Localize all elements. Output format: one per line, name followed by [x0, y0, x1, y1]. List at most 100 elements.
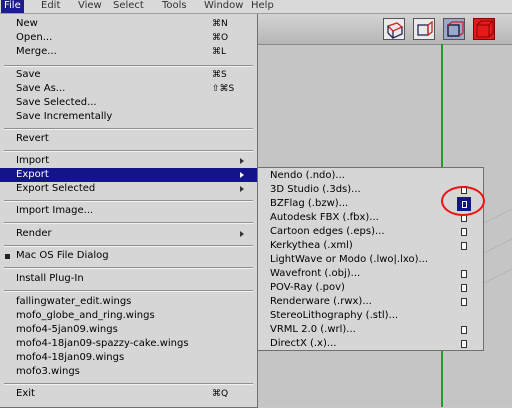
menu-window[interactable]: Window	[201, 0, 246, 13]
submenu-arrow-icon	[240, 158, 244, 164]
menu-item-revert[interactable]: Revert	[0, 132, 257, 146]
menu-item-save[interactable]: Save ⌘S	[0, 68, 257, 82]
menu-item-save-as[interactable]: Save As... ⇧⌘S	[0, 82, 257, 96]
menu-item-label: mofo4-18jan09.wings	[16, 352, 125, 363]
menu-item-label: Import Image...	[16, 205, 94, 216]
menu-item-import[interactable]: Import	[0, 154, 257, 168]
menu-separator	[4, 245, 253, 247]
options-box-icon[interactable]	[461, 270, 467, 278]
menu-separator	[4, 200, 253, 202]
menu-item-label: Nendo (.ndo)...	[270, 170, 345, 181]
menu-separator	[4, 128, 253, 130]
side-view-cube-icon[interactable]	[413, 18, 435, 40]
menu-item-merge[interactable]: Merge... ⌘L	[0, 45, 257, 59]
menu-item-render[interactable]: Render	[0, 227, 257, 241]
submenu-arrow-icon	[240, 231, 244, 237]
menu-item-import-image[interactable]: Import Image...	[0, 204, 257, 218]
export-item-renderware[interactable]: Renderware (.rwx)...	[258, 295, 483, 309]
menu-item-label: Save Incrementally	[16, 111, 113, 122]
menu-item-label: Save	[16, 69, 41, 80]
export-item-wavefront[interactable]: Wavefront (.obj)...	[258, 267, 483, 281]
menu-item-export[interactable]: Export	[0, 168, 257, 182]
menu-item-save-selected[interactable]: Save Selected...	[0, 96, 257, 110]
export-item-povray[interactable]: POV-Ray (.pov)	[258, 281, 483, 295]
menu-item-label: mofo_globe_and_ring.wings	[16, 310, 155, 321]
menu-item-exit[interactable]: Exit ⌘Q	[0, 387, 257, 401]
export-item-eps[interactable]: Cartoon edges (.eps)...	[258, 225, 483, 239]
recent-file-item[interactable]: mofo4-18jan09.wings	[0, 351, 257, 365]
menu-item-label: mofo4-18jan09-spazzy-cake.wings	[16, 338, 189, 349]
menu-item-label: Exit	[16, 388, 35, 399]
export-item-stl[interactable]: StereoLithography (.stl)...	[258, 309, 483, 323]
menu-item-save-incrementally[interactable]: Save Incrementally	[0, 110, 257, 124]
recent-file-item[interactable]: mofo4-5jan09.wings	[0, 323, 257, 337]
menu-item-label: DirectX (.x)...	[270, 338, 337, 349]
menu-item-label: New	[16, 18, 38, 29]
menu-item-label: Export	[16, 169, 49, 180]
menu-separator	[4, 383, 253, 385]
menu-item-shortcut: ⇧⌘S	[212, 84, 235, 94]
menu-item-open[interactable]: Open... ⌘O	[0, 31, 257, 45]
menu-item-shortcut: ⌘O	[212, 33, 229, 43]
recent-file-item[interactable]: mofo4-18jan09-spazzy-cake.wings	[0, 337, 257, 351]
export-item-directx[interactable]: DirectX (.x)...	[258, 337, 483, 351]
menu-select[interactable]: Select	[110, 0, 147, 13]
menu-item-mac-os-file-dialog[interactable]: Mac OS File Dialog	[0, 249, 257, 263]
red-annotation-circle	[441, 186, 485, 216]
menu-tools[interactable]: Tools	[159, 0, 190, 13]
file-menu: New ⌘N Open... ⌘O Merge... ⌘L Save ⌘S Save A…	[0, 14, 258, 408]
menu-item-label: LightWave or Modo (.lwo|.lxo)...	[270, 254, 429, 265]
menu-item-label: Mac OS File Dialog	[16, 250, 109, 261]
menu-separator	[4, 65, 253, 67]
menu-help[interactable]: Help	[248, 0, 277, 13]
menu-file[interactable]: File	[1, 0, 24, 13]
menu-item-label: Wavefront (.obj)...	[270, 268, 361, 279]
menu-item-label: Cartoon edges (.eps)...	[270, 226, 385, 237]
options-box-icon[interactable]	[461, 228, 467, 236]
recent-file-item[interactable]: fallingwater_edit.wings	[0, 295, 257, 309]
front-view-cube-icon[interactable]	[443, 18, 465, 40]
menu-item-shortcut: ⌘L	[212, 47, 227, 57]
menu-item-label: Save As...	[16, 83, 66, 94]
export-item-nendo[interactable]: Nendo (.ndo)...	[258, 169, 483, 183]
menu-item-label: mofo3.wings	[16, 366, 80, 377]
perspective-cube-icon[interactable]	[383, 18, 405, 40]
checkmark-icon	[5, 254, 10, 259]
menu-item-shortcut: ⌘S	[212, 70, 227, 80]
options-box-icon[interactable]	[461, 242, 467, 250]
menu-item-label: Import	[16, 155, 50, 166]
menu-edit[interactable]: Edit	[38, 0, 63, 13]
menu-bar: File Edit View Select Tools Window Help	[0, 0, 512, 14]
menu-item-install-plug-in[interactable]: Install Plug-In	[0, 272, 257, 286]
menu-item-label: mofo4-5jan09.wings	[16, 324, 118, 335]
options-box-icon[interactable]	[461, 284, 467, 292]
menu-item-label: Export Selected	[16, 183, 96, 194]
submenu-arrow-icon	[240, 186, 244, 192]
menu-item-label: 3D Studio (.3ds)...	[270, 184, 361, 195]
menu-item-label: Save Selected...	[16, 97, 97, 108]
menu-item-label: Kerkythea (.xml)	[270, 240, 353, 251]
solid-red-cube-icon[interactable]	[473, 18, 495, 40]
options-box-icon[interactable]	[461, 298, 467, 306]
menu-separator	[4, 290, 253, 292]
menu-item-label: Open...	[16, 32, 53, 43]
menu-item-label: Install Plug-In	[16, 273, 84, 284]
options-box-icon[interactable]	[461, 326, 467, 334]
menu-item-label: StereoLithography (.stl)...	[270, 310, 399, 321]
menu-item-export-selected[interactable]: Export Selected	[0, 182, 257, 196]
recent-file-item[interactable]: mofo3.wings	[0, 365, 257, 379]
export-item-kerkythea[interactable]: Kerkythea (.xml)	[258, 239, 483, 253]
options-box-icon[interactable]	[461, 340, 467, 348]
menu-item-label: Renderware (.rwx)...	[270, 296, 372, 307]
menu-item-new[interactable]: New ⌘N	[0, 17, 257, 31]
export-item-lightwave[interactable]: LightWave or Modo (.lwo|.lxo)...	[258, 253, 483, 267]
menu-item-label: Autodesk FBX (.fbx)...	[270, 212, 379, 223]
menu-item-label: VRML 2.0 (.wrl)...	[270, 324, 356, 335]
menu-view[interactable]: View	[75, 0, 105, 13]
menu-separator	[4, 267, 253, 269]
export-item-vrml[interactable]: VRML 2.0 (.wrl)...	[258, 323, 483, 337]
menu-separator	[4, 150, 253, 152]
menu-item-label: Revert	[16, 133, 49, 144]
recent-file-item[interactable]: mofo_globe_and_ring.wings	[0, 309, 257, 323]
menu-item-label: POV-Ray (.pov)	[270, 282, 345, 293]
